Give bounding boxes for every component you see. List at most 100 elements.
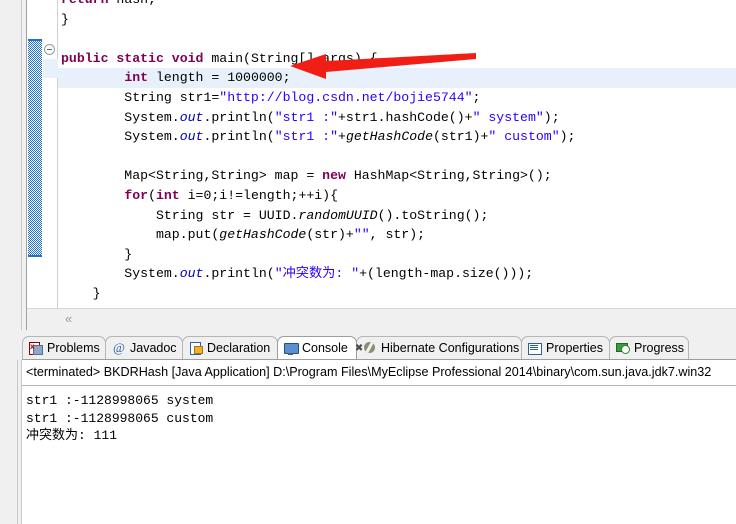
eclipse-ide-window: return hash;} public static void main(St… xyxy=(0,0,736,524)
console-output-text[interactable]: str1 :-1128998065 system str1 :-112899806… xyxy=(26,392,736,524)
code-token: public static void xyxy=(61,50,212,66)
code-token: out xyxy=(179,129,204,145)
tab-progress[interactable]: Progress xyxy=(609,336,689,359)
code-token: hash; xyxy=(116,0,156,7)
code-token: Map<String,String> map = xyxy=(61,168,323,184)
fold-collapse-icon[interactable] xyxy=(44,44,55,55)
code-line: String str = UUID.randomUUID().toString(… xyxy=(58,206,736,226)
progress-icon xyxy=(616,341,630,355)
code-token: "http://blog.csdn.net/bojie5744" xyxy=(219,89,473,105)
code-token: ; xyxy=(472,89,481,105)
code-line: public static void main(String[] args) { xyxy=(58,49,736,69)
code-text-area[interactable]: return hash;} public static void main(St… xyxy=(58,0,736,308)
code-token: new xyxy=(322,168,346,184)
code-token: ); xyxy=(543,109,560,125)
code-token: return xyxy=(61,0,116,7)
tab-properties[interactable]: Properties xyxy=(521,336,610,359)
launch-configuration-line: <terminated> BKDRHash [Java Application]… xyxy=(26,365,712,379)
console-view-panel: Problems @ Javadoc Declaration Console ✖ Hiber… xyxy=(0,330,736,524)
tab-javadoc[interactable]: @ Javadoc xyxy=(105,336,183,359)
code-line: Map<String,String> map = new HashMap<Str… xyxy=(58,166,736,186)
code-token: map.put( xyxy=(61,227,220,243)
code-token: out xyxy=(179,266,204,282)
code-token: } xyxy=(61,285,101,301)
code-line: String str1="http://blog.csdn.net/bojie5… xyxy=(58,88,736,108)
tab-declaration[interactable]: Declaration xyxy=(182,336,278,359)
code-token: randomUUID xyxy=(298,207,378,223)
code-token: int xyxy=(155,187,180,203)
code-token: main(String[] args) { xyxy=(211,50,378,66)
hibernate-icon xyxy=(363,341,377,355)
highlight-band-gutter xyxy=(43,58,58,79)
code-token: System. xyxy=(61,266,180,282)
code-line: for(int i=0;i!=length;++i){ xyxy=(58,186,736,206)
code-token: , str); xyxy=(369,227,426,243)
tab-problems[interactable]: Problems xyxy=(22,336,106,359)
code-token: length = 1000000; xyxy=(148,70,291,86)
code-token: .println( xyxy=(203,109,275,125)
tab-label: Declaration xyxy=(207,341,271,355)
editor-outer-left-strip xyxy=(0,0,26,330)
problems-badge-icon xyxy=(33,345,43,355)
java-editor-pane: return hash;} public static void main(St… xyxy=(0,0,736,330)
code-token: "str1 :" xyxy=(274,129,339,145)
code-token: } xyxy=(61,246,133,262)
javadoc-icon: @ xyxy=(113,340,125,355)
code-token: } xyxy=(61,11,69,27)
code-token: " custom" xyxy=(488,129,560,145)
console-separator xyxy=(22,385,736,386)
code-token: String str = UUID. xyxy=(61,207,299,223)
editor-annotation-ruler[interactable] xyxy=(26,0,44,308)
code-line: } xyxy=(58,10,736,30)
console-icon xyxy=(284,341,299,355)
tab-label: Problems xyxy=(47,341,100,355)
tab-label: Hibernate Configurations xyxy=(381,341,520,355)
code-token: System. xyxy=(61,109,180,125)
problems-icon xyxy=(29,341,43,355)
close-icon[interactable]: ✖ xyxy=(355,343,363,354)
code-token: out xyxy=(179,109,204,125)
code-token: +(length-map.size())); xyxy=(359,266,534,282)
tab-label: Progress xyxy=(634,341,685,355)
code-token: for xyxy=(124,187,149,203)
declaration-icon xyxy=(189,341,203,355)
editor-folding-margin[interactable] xyxy=(43,0,58,308)
code-line: System.out.println("str1 :"+getHashCode(… xyxy=(58,127,736,147)
code-line: int length = 1000000; xyxy=(58,68,736,88)
code-token: String str1= xyxy=(61,89,220,105)
code-token: System. xyxy=(61,129,180,145)
code-line: } xyxy=(58,245,736,265)
console-left-rule-1 xyxy=(17,360,18,524)
code-token: + xyxy=(338,129,346,145)
editor-left-divider xyxy=(21,0,22,330)
code-token: ().toString(); xyxy=(377,207,489,223)
console-output-line: str1 :-1128998065 system xyxy=(26,393,214,408)
tab-console[interactable]: Console ✖ xyxy=(277,336,363,359)
code-token: (str1)+ xyxy=(433,129,489,145)
tab-hibernate[interactable]: Hibernate Configurations xyxy=(356,336,522,359)
code-token: getHashCode xyxy=(219,227,307,243)
scroll-left-icon[interactable]: « xyxy=(65,312,72,326)
code-token: getHashCode xyxy=(345,129,433,145)
code-line: System.out.println("str1 :"+str1.hashCod… xyxy=(58,108,736,128)
code-line: System.out.println("冲突数为: "+(length-map.… xyxy=(58,264,736,284)
properties-icon xyxy=(528,341,542,355)
code-token: "冲突数为: " xyxy=(274,266,360,282)
console-body[interactable]: <terminated> BKDRHash [Java Application]… xyxy=(22,360,736,524)
code-token: +str1.hashCode()+ xyxy=(338,109,473,125)
editor-horizontal-scrollbar[interactable]: « xyxy=(27,308,736,330)
tab-label: Properties xyxy=(546,341,603,355)
code-token: ); xyxy=(559,129,576,145)
code-token: " system" xyxy=(472,109,544,125)
console-output-line: 冲突数为: 111 xyxy=(26,428,118,443)
code-line: } xyxy=(58,284,736,304)
tab-label: Javadoc xyxy=(130,341,177,355)
view-tab-bar: Problems @ Javadoc Declaration Console ✖ Hiber… xyxy=(22,336,736,360)
code-token: i=0;i!=length;++i){ xyxy=(179,187,339,203)
code-token: .println( xyxy=(203,266,275,282)
code-token: .println( xyxy=(203,129,275,145)
